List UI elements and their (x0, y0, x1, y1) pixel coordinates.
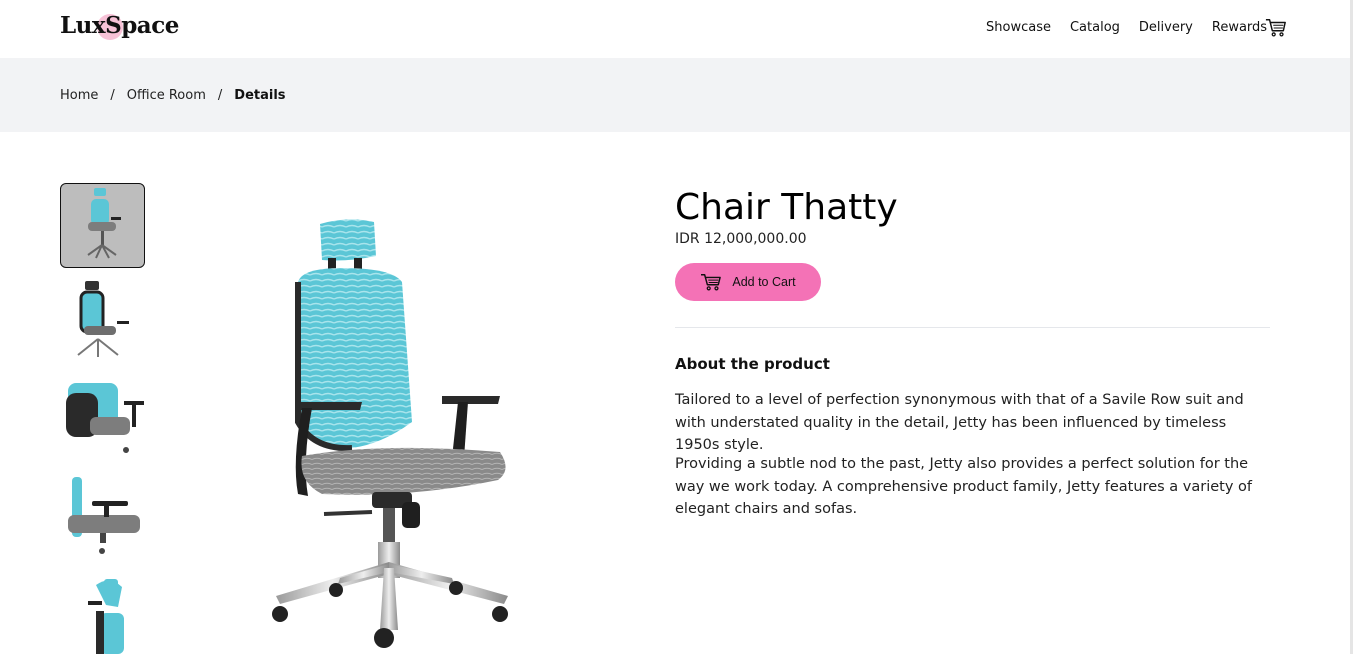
breadcrumb-current: Details (234, 88, 286, 103)
description-paragraph-2: Providing a subtle nod to the past, Jett… (675, 456, 1253, 517)
nav-catalog[interactable]: Catalog (1070, 20, 1120, 35)
product-main-image (272, 219, 508, 648)
nav-rewards[interactable]: Rewards (1212, 20, 1267, 35)
breadcrumb-separator: / (217, 88, 223, 103)
thumbnail-1[interactable] (60, 183, 145, 268)
breadcrumb-home[interactable]: Home (60, 88, 98, 103)
thumbnail-2[interactable] (60, 279, 145, 364)
add-to-cart-label: Add to Cart (732, 275, 796, 289)
chair-front-image (87, 188, 121, 259)
breadcrumb-bar: Home / Office Room / Details (0, 58, 1350, 132)
breadcrumb: Home / Office Room / Details (60, 88, 286, 103)
product-price: IDR 12,000,000.00 (675, 231, 807, 247)
chair-side-image (68, 477, 140, 554)
nav-delivery[interactable]: Delivery (1139, 20, 1193, 35)
chair-angle-image (88, 579, 124, 654)
nav-showcase[interactable]: Showcase (986, 20, 1051, 35)
breadcrumb-category[interactable]: Office Room (127, 88, 206, 103)
add-to-cart-button[interactable]: Add to Cart (675, 263, 821, 301)
top-navbar: LuxSpace Showcase Catalog Delivery Rewar… (0, 0, 1350, 58)
thumbnail-5[interactable] (60, 567, 145, 654)
chair-back-image (77, 281, 129, 357)
cart-icon[interactable] (1265, 17, 1287, 39)
thumbnail-3[interactable] (60, 375, 145, 460)
breadcrumb-separator: / (110, 88, 115, 103)
chair-detail-image (66, 383, 144, 453)
main-menu: Showcase Catalog Delivery Rewards (986, 20, 1286, 35)
about-heading: About the product (675, 355, 830, 373)
cart-icon (701, 274, 722, 291)
description-paragraph-1: Tailored to a level of perfection synony… (675, 392, 1244, 453)
brand-logo[interactable]: LuxSpace (60, 12, 179, 40)
section-divider (675, 327, 1270, 328)
product-title: Chair Thatty (675, 187, 898, 228)
thumbnail-4[interactable] (60, 471, 145, 556)
brand-name: LuxSpace (60, 12, 179, 39)
